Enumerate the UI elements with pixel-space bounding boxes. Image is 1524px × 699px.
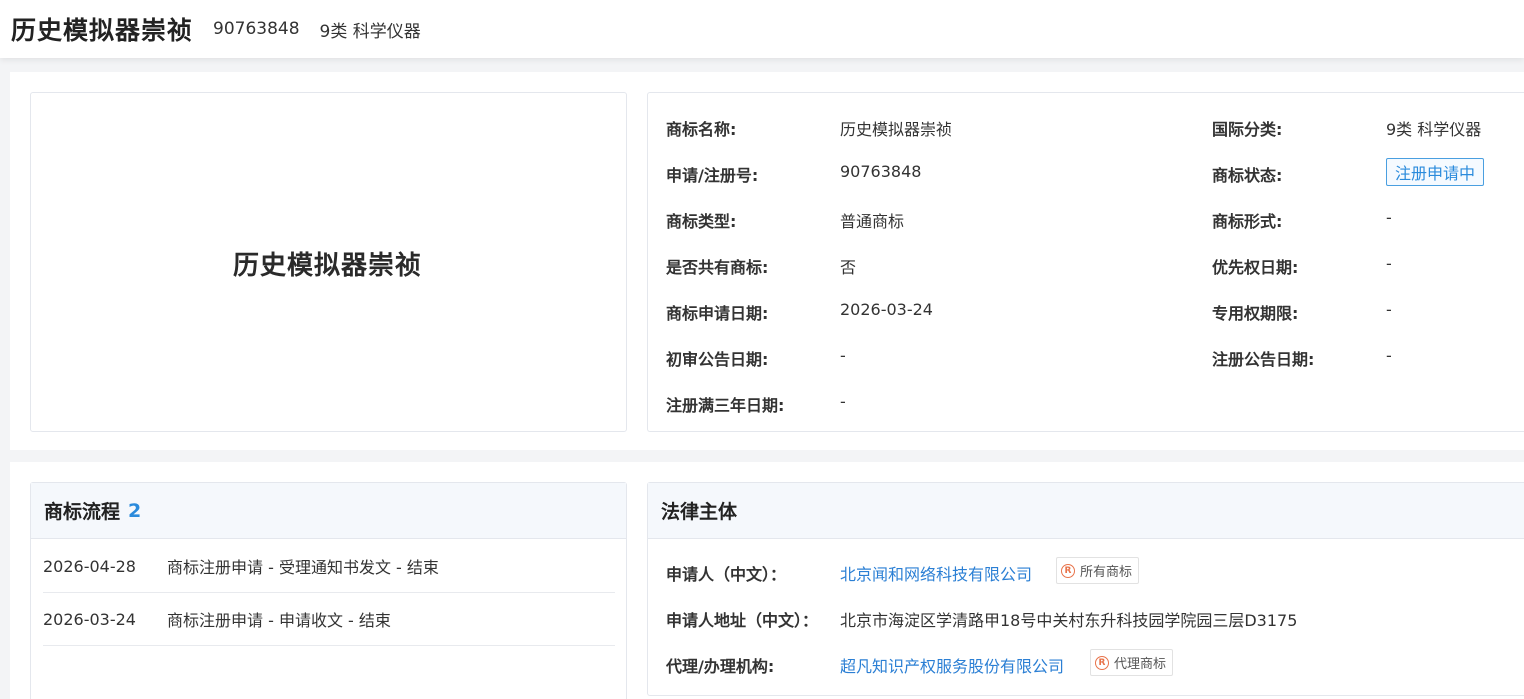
reg-notice-value: - <box>1386 346 1392 365</box>
legal-title: 法律主体 <box>661 501 738 523</box>
address-value: 北京市海淀区学清路甲18号中关村东升科技园学院园三层D3175 <box>840 611 1298 630</box>
flow-item-desc: 商标注册申请 - 受理通知书发文 - 结束 <box>167 558 439 577</box>
trademark-info-panel: 商标名称: 历史模拟器崇祯 国际分类: 9类 科学仪器 申请/注册号: 9076… <box>647 92 1524 432</box>
applicant-label: 申请人（中文）： <box>666 565 787 584</box>
reg-no-value: 90763848 <box>840 162 922 181</box>
agent-link[interactable]: 超凡知识产权服务股份有限公司 <box>840 653 1064 677</box>
trademark-flow-panel: 商标流程 2 2026-04-28 商标注册申请 - 受理通知书发文 - 结束 … <box>30 482 627 699</box>
flow-item: 2026-03-24 商标注册申请 - 申请收文 - 结束 <box>43 593 615 646</box>
status-badge: 注册申请中 <box>1386 158 1485 186</box>
trademark-detail-section: 历史模拟器崇祯 商标名称: 历史模拟器崇祯 国际分类: 9类 科学仪器 申请/注… <box>10 72 1524 450</box>
flow-item-date: 2026-03-24 <box>43 609 136 629</box>
flow-count: 2 <box>128 499 142 522</box>
three-year-label: 注册满三年日期: <box>666 396 785 415</box>
legal-entity-panel: 法律主体 申请人（中文）： 北京闻和网络科技有限公司 R 所有商标 申请人地址（… <box>647 482 1524 696</box>
address-label: 申请人地址（中文）： <box>666 611 819 630</box>
status-label: 商标状态: <box>1212 166 1283 185</box>
agent-label: 代理/办理机构: <box>666 657 775 676</box>
agent-trademarks-badge-label: 代理商标 <box>1114 657 1167 672</box>
name-value: 历史模拟器崇祯 <box>840 120 953 139</box>
priority-label: 优先权日期: <box>1212 258 1299 277</box>
registered-icon: R <box>1061 563 1075 578</box>
flow-and-legal-section: 商标流程 2 2026-04-28 商标注册申请 - 受理通知书发文 - 结束 … <box>10 462 1524 699</box>
top-header: 历史模拟器崇祯 90763848 9类 科学仪器 <box>0 0 1524 58</box>
apply-date-label: 商标申请日期: <box>666 304 769 323</box>
flow-title: 商标流程 <box>44 501 121 523</box>
prelim-label: 初审公告日期: <box>666 350 769 369</box>
header-class: 9类 科学仪器 <box>319 21 421 42</box>
registered-icon: R <box>1095 655 1109 670</box>
prelim-value: - <box>840 346 846 365</box>
reg-no-label: 申请/注册号: <box>666 166 759 185</box>
apply-date-value: 2026-03-24 <box>840 300 933 319</box>
flow-item-desc: 商标注册申请 - 申请收文 - 结束 <box>167 611 391 630</box>
three-year-value: - <box>840 392 846 411</box>
legal-header: 法律主体 <box>648 483 1524 539</box>
agent-trademarks-badge[interactable]: R 代理商标 <box>1090 649 1174 676</box>
flow-item: 2026-04-28 商标注册申请 - 受理通知书发文 - 结束 <box>43 540 615 593</box>
trademark-logo-image[interactable]: 历史模拟器崇祯 <box>30 92 627 432</box>
exclusive-label: 专用权期限: <box>1212 304 1299 323</box>
header-reg-no: 90763848 <box>213 19 300 39</box>
name-label: 商标名称: <box>666 120 737 139</box>
type-label: 商标类型: <box>666 212 737 231</box>
trademark-logo-text: 历史模拟器崇祯 <box>232 250 422 281</box>
priority-value: - <box>1386 254 1392 273</box>
shared-label: 是否共有商标: <box>666 258 769 277</box>
page-title: 历史模拟器崇祯 <box>11 16 194 45</box>
all-trademarks-badge[interactable]: R 所有商标 <box>1056 557 1140 584</box>
intl-class-label: 国际分类: <box>1212 120 1283 139</box>
type-value: 普通商标 <box>840 212 905 231</box>
flow-header: 商标流程 2 <box>31 483 626 539</box>
shared-value: 否 <box>840 258 857 277</box>
reg-notice-label: 注册公告日期: <box>1212 350 1315 369</box>
applicant-link[interactable]: 北京闻和网络科技有限公司 <box>840 561 1032 585</box>
form-value: - <box>1386 208 1392 227</box>
exclusive-value: - <box>1386 300 1392 319</box>
intl-class-value: 9类 科学仪器 <box>1386 120 1482 139</box>
form-label: 商标形式: <box>1212 212 1283 231</box>
flow-item-date: 2026-04-28 <box>43 556 136 576</box>
all-trademarks-badge-label: 所有商标 <box>1080 565 1133 580</box>
